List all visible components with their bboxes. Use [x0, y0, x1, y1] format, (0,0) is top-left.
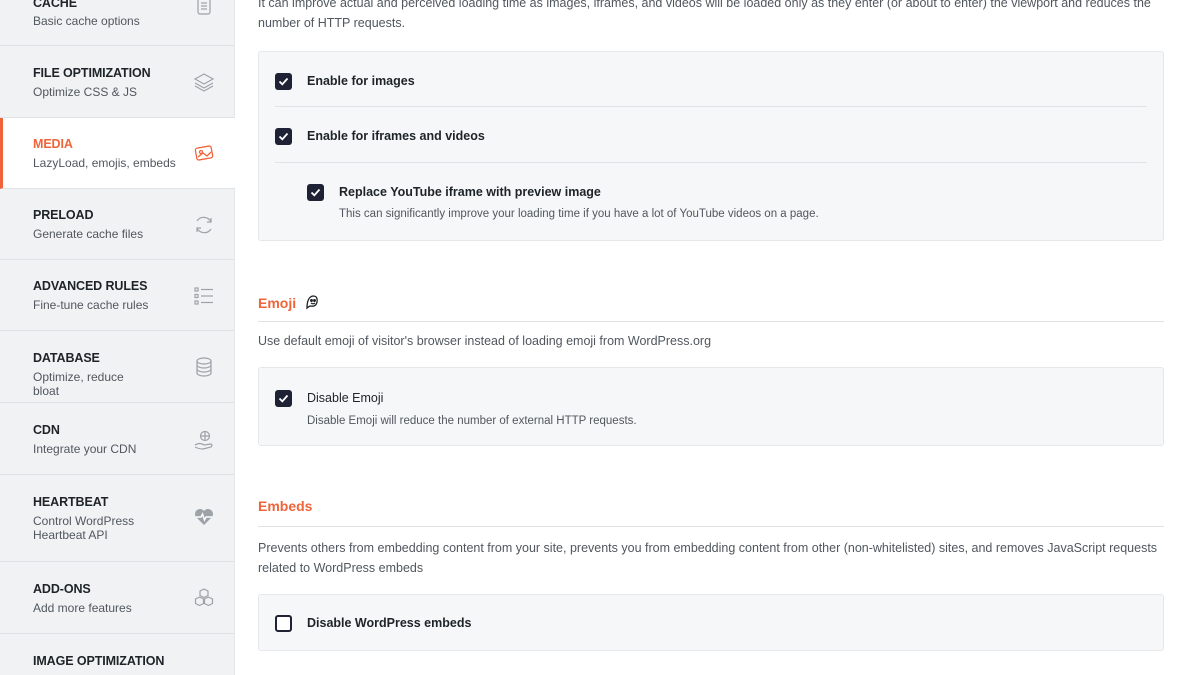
emoji-section-title: Emoji: [258, 293, 321, 314]
embeds-description: Prevents others from embedding content f…: [258, 541, 1158, 575]
list-icon: [192, 284, 216, 308]
media-settings-panel: It can improve actual and perceived load…: [235, 0, 1200, 675]
option-row: Enable for iframes and videos: [275, 107, 1147, 163]
sidebar-item-preload[interactable]: PRELOAD Generate cache files: [0, 189, 234, 260]
sidebar-item-desc: Generate cache files: [33, 227, 144, 241]
sidebar-item-media[interactable]: MEDIA LazyLoad, emojis, embeds: [0, 118, 235, 189]
option-row: Disable Emoji Disable Emoji will reduce …: [275, 368, 1147, 446]
sidebar-item-title: DATABASE: [33, 351, 100, 365]
sidebar-item-title: IMAGE OPTIMIZATION: [33, 654, 165, 668]
disable-embeds-label[interactable]: Disable WordPress embeds: [307, 616, 471, 630]
enable-iframes-checkbox[interactable]: [275, 128, 292, 145]
enable-images-checkbox[interactable]: [275, 73, 292, 90]
emoji-description: Use default emoji of visitor's browser i…: [258, 334, 712, 348]
sidebar-item-title: CDN: [33, 423, 60, 437]
layers-icon: [192, 70, 216, 94]
section-divider: [258, 321, 1164, 322]
sidebar-item-desc: Integrate your CDN: [33, 442, 137, 456]
sidebar-item-database[interactable]: DATABASE Optimize, reduce bloat: [0, 331, 234, 403]
disable-embeds-checkbox[interactable]: [275, 615, 292, 632]
media-icon: [192, 141, 216, 165]
emoji-options-box: Disable Emoji Disable Emoji will reduce …: [258, 367, 1164, 446]
option-row: Disable WordPress embeds: [275, 595, 1147, 651]
sidebar-item-desc: Control WordPress Heartbeat API: [33, 514, 135, 542]
heartbeat-icon: [192, 505, 216, 529]
database-icon: [192, 355, 216, 379]
section-divider: [258, 526, 1164, 527]
embeds-options-box: Disable WordPress embeds: [258, 594, 1164, 651]
youtube-preview-checkbox[interactable]: [307, 184, 324, 201]
disable-emoji-label[interactable]: Disable Emoji: [307, 391, 383, 405]
option-row: Enable for images: [275, 52, 1147, 107]
emoji-ghost-icon: [303, 293, 321, 314]
sidebar-item-title: HEARTBEAT: [33, 495, 109, 509]
cubes-icon: [192, 586, 216, 610]
sidebar-item-title: FILE OPTIMIZATION: [33, 66, 151, 80]
sidebar-item-heartbeat[interactable]: HEARTBEAT Control WordPress Heartbeat AP…: [0, 475, 234, 562]
emoji-title-text: Emoji: [258, 295, 297, 311]
sidebar-item-title: PRELOAD: [33, 208, 94, 222]
refresh-icon: [192, 213, 216, 237]
sidebar-item-desc: LazyLoad, emojis, embeds: [33, 156, 176, 170]
embeds-section-title: Embeds: [258, 498, 313, 514]
option-row: Replace YouTube iframe with preview imag…: [275, 163, 1147, 241]
enable-iframes-label[interactable]: Enable for iframes and videos: [307, 129, 485, 143]
sidebar-item-desc: Optimize, reduce bloat: [33, 370, 124, 398]
sidebar-item-advanced-rules[interactable]: ADVANCED RULES Fine-tune cache rules: [0, 260, 234, 331]
lazyload-description: It can improve actual and perceived load…: [258, 0, 1151, 30]
sidebar-item-desc: Optimize CSS & JS: [33, 85, 138, 99]
sidebar-item-title: ADVANCED RULES: [33, 279, 148, 293]
sidebar-item-add-ons[interactable]: ADD-ONS Add more features: [0, 562, 234, 634]
sidebar-item-file-optimization[interactable]: FILE OPTIMIZATION Optimize CSS & JS: [0, 46, 234, 118]
sidebar-item-cdn[interactable]: CDN Integrate your CDN: [0, 403, 234, 475]
sidebar-item-title: MEDIA: [33, 137, 73, 151]
sidebar-item-title: ADD-ONS: [33, 582, 91, 596]
disable-emoji-checkbox[interactable]: [275, 390, 292, 407]
sidebar-item-desc: Basic cache options: [33, 14, 140, 28]
sidebar-item-title: CACHE: [33, 0, 77, 10]
sidebar-item-desc: Add more features: [33, 601, 132, 615]
sidebar-item-image-optimization[interactable]: IMAGE OPTIMIZATION: [0, 634, 234, 675]
sidebar: CACHE Basic cache options FILE OPTIMIZAT…: [0, 0, 235, 675]
sidebar-item-desc: Fine-tune cache rules: [33, 298, 149, 312]
enable-images-label[interactable]: Enable for images: [307, 74, 415, 88]
lazyload-options-box: Enable for images Enable for iframes and…: [258, 51, 1164, 241]
document-icon: [192, 0, 216, 18]
sidebar-item-cache[interactable]: CACHE Basic cache options: [0, 0, 234, 46]
youtube-preview-description: This can significantly improve your load…: [339, 208, 819, 220]
youtube-preview-label[interactable]: Replace YouTube iframe with preview imag…: [339, 185, 601, 199]
cdn-hand-icon: [192, 428, 216, 452]
disable-emoji-description: Disable Emoji will reduce the number of …: [307, 415, 637, 427]
